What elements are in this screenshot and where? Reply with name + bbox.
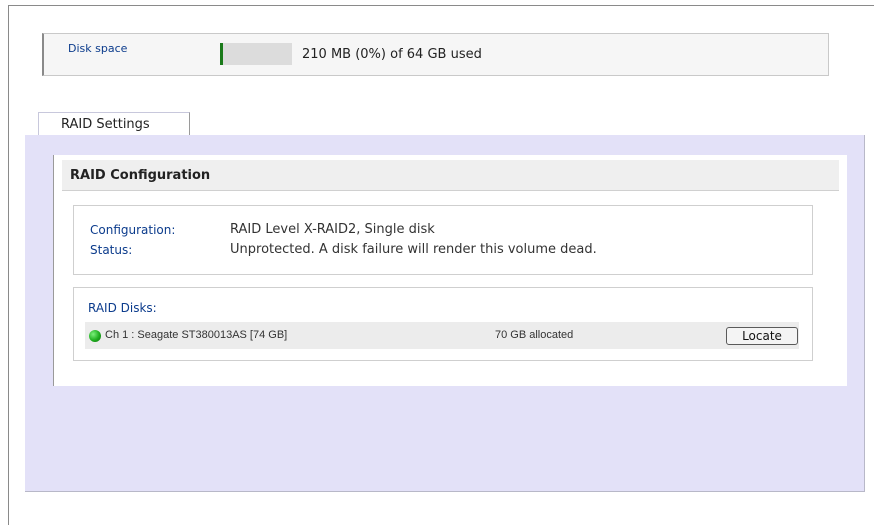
disk-name: Ch 1 : Seagate ST380013AS [74 GB] [105,329,288,341]
configuration-box: Configuration: RAID Level X-RAID2, Singl… [73,205,813,275]
configuration-value: RAID Level X-RAID2, Single disk [230,222,435,237]
raid-disks-label: RAID Disks: [88,301,157,315]
status-label: Status: [90,243,133,257]
disk-space-label: Disk space [68,42,128,55]
raid-configuration-header: RAID Configuration [62,160,839,191]
configuration-label: Configuration: [90,223,176,237]
disk-usage-bar-fill [220,43,223,65]
locate-button[interactable]: Locate [726,327,798,345]
raid-disks-box: RAID Disks: Ch 1 : Seagate ST380013AS [7… [73,287,813,361]
disk-space-box: Disk space 210 MB (0%) of 64 GB used [42,33,829,76]
tab-raid-settings-label: RAID Settings [61,117,150,132]
raid-configuration-section: RAID Configuration Configuration: RAID L… [53,155,847,386]
tab-raid-settings[interactable]: RAID Settings [38,112,190,136]
raid-configuration-title: RAID Configuration [70,168,211,183]
disk-row: Ch 1 : Seagate ST380013AS [74 GB] 70 GB … [85,322,799,349]
disk-usage-bar [220,43,292,65]
raid-settings-panel: RAID Configuration Configuration: RAID L… [25,135,865,492]
disk-allocated: 70 GB allocated [495,329,574,341]
status-value: Unprotected. A disk failure will render … [230,242,597,257]
disk-usage-text: 210 MB (0%) of 64 GB used [302,47,482,62]
disk-status-icon [89,330,101,342]
